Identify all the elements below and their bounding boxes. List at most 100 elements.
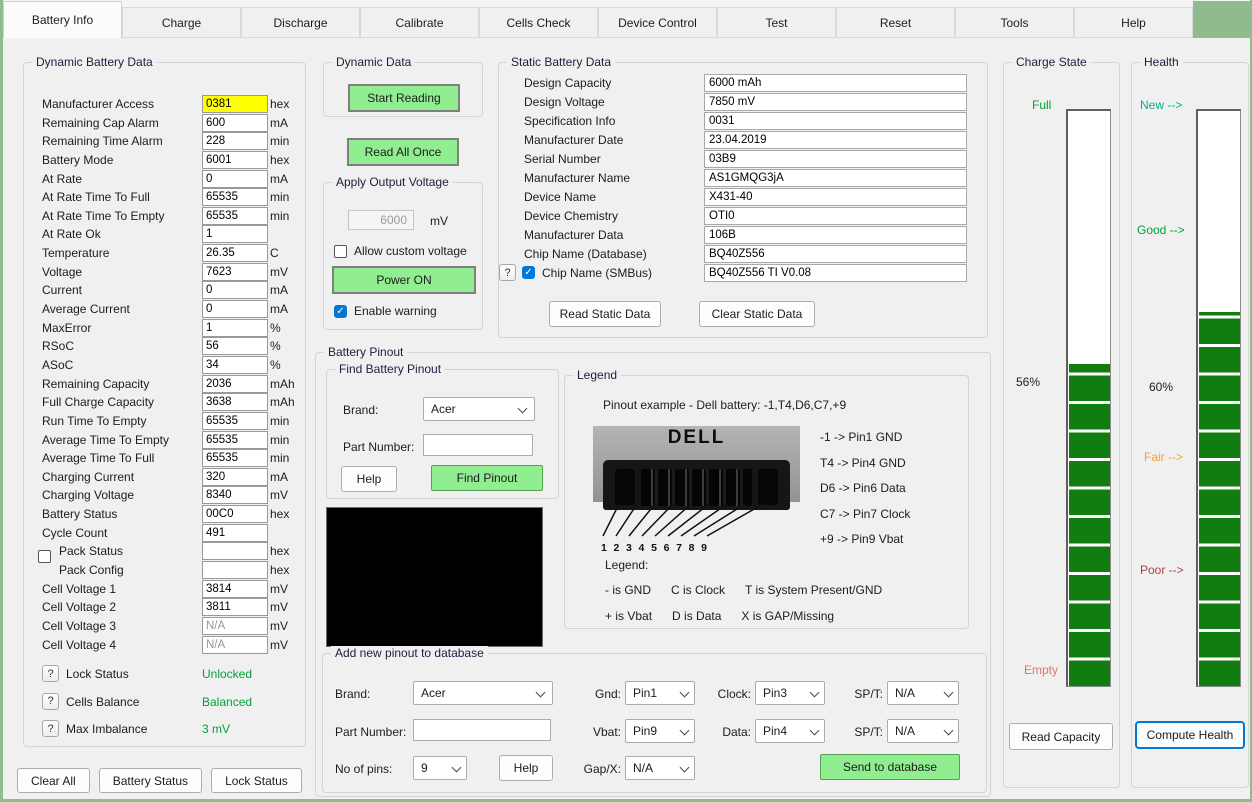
allow-custom-voltage-checkbox[interactable] — [334, 245, 347, 258]
enable-warning-checkbox[interactable]: ✓ — [334, 305, 347, 318]
static-data-row: ? ✓ Design Capacity — [499, 74, 987, 93]
brand-select[interactable]: Acer — [423, 397, 535, 421]
field-value-input[interactable] — [202, 225, 268, 244]
add-brand-select[interactable]: Acer — [413, 681, 553, 705]
output-voltage-input[interactable] — [348, 210, 414, 230]
spt2-select[interactable]: N/A — [887, 719, 959, 743]
field-value-input[interactable] — [202, 95, 268, 113]
legend-label: Legend: — [605, 558, 649, 572]
field-value-input[interactable] — [202, 337, 268, 356]
field-value-input[interactable] — [202, 206, 268, 225]
field-value-input[interactable] — [202, 467, 268, 486]
tab[interactable]: Calibrate — [360, 7, 479, 38]
field-value-input[interactable] — [202, 523, 268, 542]
read-static-data-button[interactable]: Read Static Data — [549, 301, 661, 327]
dell-connector-image: DELL — [593, 426, 800, 510]
compute-health-button[interactable]: Compute Health — [1135, 721, 1245, 749]
brand-value: Acer — [421, 686, 446, 700]
tab-label: Calibrate — [395, 15, 444, 30]
tab[interactable]: Help — [1074, 7, 1193, 38]
read-capacity-button[interactable]: Read Capacity — [1009, 723, 1113, 750]
no-of-pins-select[interactable]: 9 — [413, 756, 467, 780]
tab[interactable]: Discharge — [241, 7, 360, 38]
read-all-once-button[interactable]: Read All Once — [347, 138, 459, 166]
field-value-input[interactable] — [704, 131, 967, 149]
add-part-number-input[interactable] — [413, 719, 551, 741]
connector-notch — [615, 469, 635, 505]
field-value-input[interactable] — [202, 579, 268, 598]
gapx-select[interactable]: N/A — [625, 756, 695, 780]
part-number-input[interactable] — [423, 434, 533, 456]
field-value-input[interactable] — [202, 262, 268, 281]
field-value-input[interactable] — [202, 318, 268, 337]
field-value-input[interactable] — [202, 411, 268, 430]
power-on-button[interactable]: Power ON — [332, 266, 476, 294]
help-icon[interactable]: ? — [42, 720, 59, 737]
field-value-input[interactable] — [202, 281, 268, 300]
tab-list: Battery Info Charge Discharge Calibrate … — [3, 0, 1193, 38]
field-value-input[interactable] — [202, 132, 268, 151]
field-value-input[interactable] — [202, 150, 268, 169]
field-unit: mV — [270, 488, 288, 503]
field-value-input[interactable] — [202, 244, 268, 263]
tab-bar: Battery Info Charge Discharge Calibrate … — [3, 0, 1250, 38]
find-pinout-button[interactable]: Find Pinout — [431, 465, 543, 491]
add-help-button[interactable]: Help — [499, 755, 553, 781]
tab[interactable]: Charge — [122, 7, 241, 38]
field-value-input[interactable] — [202, 486, 268, 505]
field-value-input[interactable] — [202, 616, 268, 635]
start-reading-button[interactable]: Start Reading — [348, 84, 460, 112]
field-value-input[interactable] — [202, 635, 268, 654]
tab[interactable]: Tools — [955, 7, 1074, 38]
field-value-input[interactable] — [704, 264, 967, 282]
tab[interactable]: Test — [717, 7, 836, 38]
field-value-input[interactable] — [704, 74, 967, 92]
field-value-input[interactable] — [202, 430, 268, 449]
tab[interactable]: Battery Info — [3, 1, 122, 38]
tab[interactable]: Device Control — [598, 7, 717, 38]
gnd-select[interactable]: Pin1 — [625, 681, 695, 705]
field-value-input[interactable] — [202, 542, 268, 561]
field-value-input[interactable] — [704, 245, 967, 263]
field-label: Charging Voltage — [42, 488, 135, 503]
help-button[interactable]: Help — [341, 466, 397, 492]
field-value-input[interactable] — [202, 449, 268, 468]
status-label: Cells Balance — [66, 694, 140, 709]
field-value-input[interactable] — [202, 393, 268, 412]
field-value-input[interactable] — [202, 561, 268, 580]
help-icon[interactable]: ? — [42, 692, 59, 710]
field-value-input[interactable] — [202, 300, 268, 319]
field-value-input[interactable] — [704, 169, 967, 187]
action-button[interactable]: Clear All — [17, 768, 90, 793]
field-value-input[interactable] — [202, 374, 268, 393]
tab-label: Device Control — [618, 15, 697, 30]
send-to-database-button[interactable]: Send to database — [820, 754, 960, 780]
field-value-input[interactable] — [202, 169, 268, 188]
clock-select[interactable]: Pin3 — [755, 681, 825, 705]
field-value-input[interactable] — [704, 93, 967, 111]
vbat-select[interactable]: Pin9 — [625, 719, 695, 743]
field-value-input[interactable] — [202, 355, 268, 374]
action-button[interactable]: Battery Status — [98, 768, 203, 793]
empty-label: Empty — [1024, 663, 1059, 677]
field-value-input[interactable] — [704, 188, 967, 206]
action-button[interactable]: Lock Status — [211, 768, 302, 793]
chip-name-smbus-checkbox[interactable]: ✓ — [522, 266, 535, 279]
field-value-input[interactable] — [704, 150, 967, 168]
tab[interactable]: Reset — [836, 7, 955, 38]
data-select[interactable]: Pin4 — [755, 719, 825, 743]
help-icon[interactable]: ? — [42, 665, 59, 682]
health-gauge-fill — [1199, 312, 1240, 686]
help-icon[interactable]: ? — [499, 264, 516, 281]
field-value-input[interactable] — [704, 112, 967, 130]
field-value-input[interactable] — [704, 207, 967, 225]
field-value-input[interactable] — [202, 113, 268, 132]
field-value-input[interactable] — [202, 188, 268, 207]
field-value-input[interactable] — [202, 598, 268, 617]
field-value-input[interactable] — [202, 505, 268, 524]
clear-static-data-button[interactable]: Clear Static Data — [699, 301, 815, 327]
spt1-select[interactable]: N/A — [887, 681, 959, 705]
tab[interactable]: Cells Check — [479, 7, 598, 38]
pin-numbers: 123456789 — [601, 542, 707, 554]
field-value-input[interactable] — [704, 226, 967, 244]
